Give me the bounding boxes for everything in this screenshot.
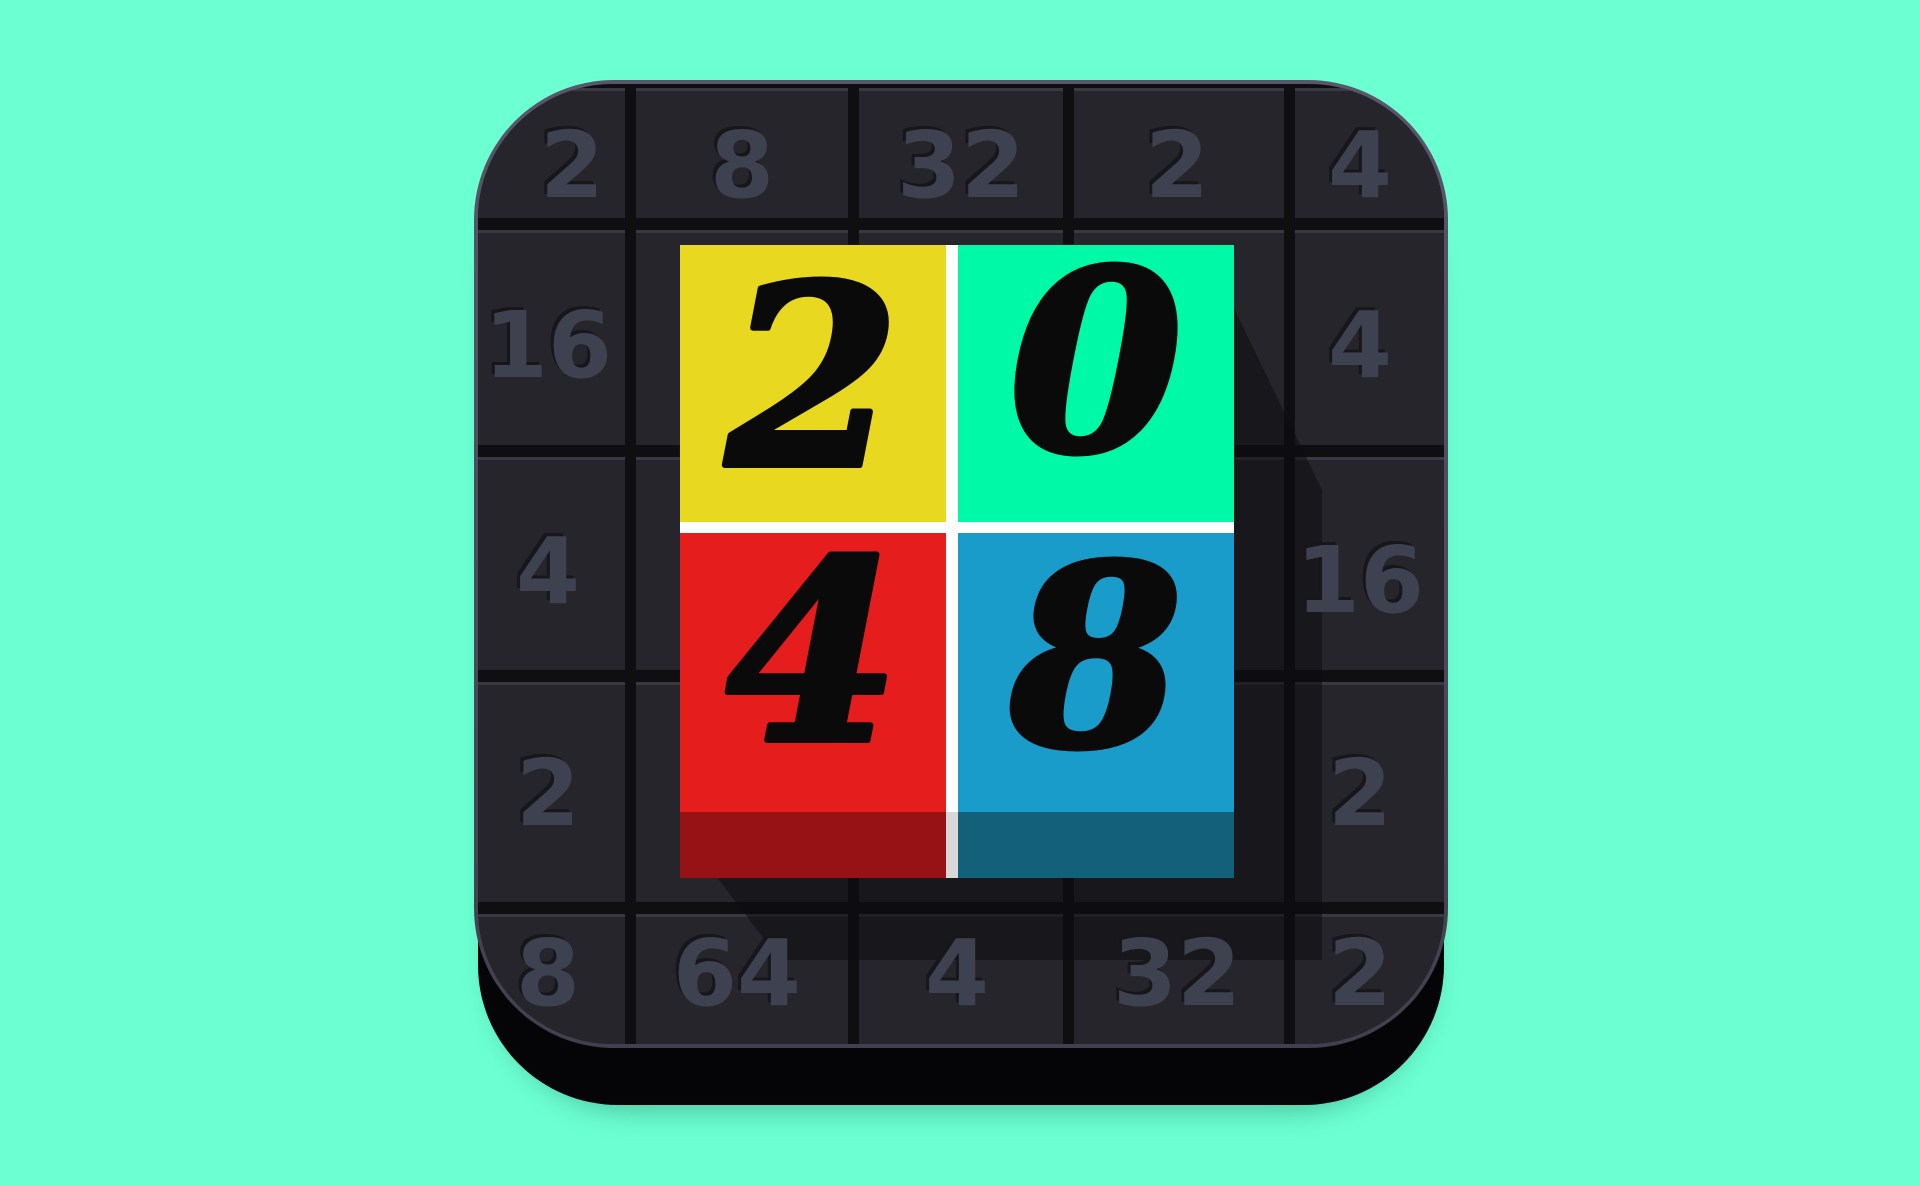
board-number-right: 2 xyxy=(1328,740,1392,847)
board-cell-highlight xyxy=(478,457,625,460)
board-number-bottom: 64 xyxy=(673,920,801,1027)
board-cell-highlight xyxy=(1295,88,1444,91)
app-icon: 2 2 8 8 32 32 2 2 4 4 16 16 4 4 2 2 4 4 16 16 2 2 8 8 64 64 4 4 32 32… xyxy=(0,0,1920,1186)
board-cell-highlight xyxy=(478,88,625,91)
board-number-bottom: 2 xyxy=(1328,920,1392,1027)
board-number-left: 16 xyxy=(484,292,612,399)
board-cell-highlight xyxy=(1074,88,1284,91)
logo-divider-shade xyxy=(946,812,958,878)
logo-block: 2 0 4 8 xyxy=(680,212,1234,878)
board-number-bottom: 32 xyxy=(1113,920,1241,1027)
logo-digit-0: 0 xyxy=(1009,215,1183,509)
board-number-bottom: 8 xyxy=(516,920,580,1027)
board-number-top: 4 xyxy=(1328,112,1392,219)
board-number-right: 4 xyxy=(1328,292,1392,399)
board-number-top: 32 xyxy=(897,112,1025,219)
board-number-right: 16 xyxy=(1296,527,1424,634)
board-number-top: 2 xyxy=(1145,112,1209,219)
board-cell-highlight xyxy=(636,88,848,91)
board-cell-highlight xyxy=(1295,230,1444,233)
logo-digit-8: 8 xyxy=(1008,510,1183,804)
board-number-left: 4 xyxy=(516,518,580,625)
board-cell-highlight xyxy=(478,230,625,233)
logo-digit-2: 2 xyxy=(724,230,900,524)
board-number-top: 8 xyxy=(710,112,774,219)
logo-digit-4: 4 xyxy=(726,505,900,799)
board-number-top: 2 xyxy=(540,112,604,219)
board-number-bottom: 4 xyxy=(925,920,989,1027)
board-cell-highlight xyxy=(478,682,625,685)
logo-tile-red-shade xyxy=(680,812,946,878)
app-icon-artwork: 22 88 3232 22 44161644224416162288 6464 44 3232… xyxy=(474,80,1448,1110)
board-cell-highlight xyxy=(1295,457,1444,460)
board-cell-highlight xyxy=(859,88,1063,91)
board-number-left: 2 xyxy=(516,740,580,847)
logo-tile-blue-shade xyxy=(958,812,1234,878)
